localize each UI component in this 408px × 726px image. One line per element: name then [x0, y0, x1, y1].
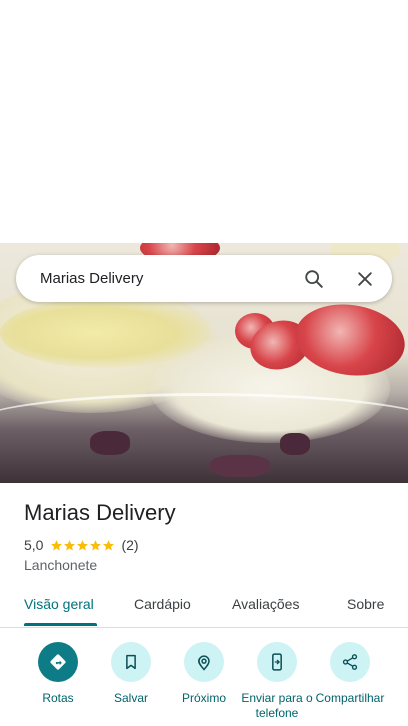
send-to-phone-label: Enviar para o telefone [241, 691, 313, 720]
nearby-button[interactable]: Próximo [164, 640, 244, 706]
send-to-phone-button[interactable]: Enviar para o telefone [237, 640, 317, 721]
search-query[interactable]: Marias Delivery [40, 255, 143, 302]
directions-button[interactable]: Rotas [18, 640, 98, 706]
rating-stars [50, 539, 115, 552]
star-icon [77, 539, 89, 551]
directions-icon [50, 654, 66, 670]
photo-detail [0, 393, 408, 456]
photo-detail [90, 431, 130, 455]
nearby-icon [198, 655, 210, 671]
share-button[interactable]: Compartilhar [310, 640, 390, 706]
save-button[interactable]: Salvar [91, 640, 171, 706]
divider [0, 627, 408, 628]
tab-bar: Visão geral Cardápio Avaliações Sobre [0, 588, 408, 628]
star-icon [64, 539, 76, 551]
map-area [0, 0, 408, 243]
rating-value: 5,0 [24, 537, 44, 553]
photo-detail [280, 433, 310, 455]
photo-detail [210, 455, 270, 477]
save-button-circle[interactable] [111, 642, 151, 682]
tab-menu[interactable]: Cardápio [134, 588, 191, 624]
close-icon [358, 272, 372, 286]
rating-row[interactable]: 5,0 (2) [24, 536, 139, 554]
save-label: Salvar [113, 691, 148, 705]
search-button[interactable] [296, 261, 332, 297]
tab-reviews[interactable]: Avaliações [232, 588, 299, 624]
star-icon [51, 539, 63, 551]
send-to-phone-icon [272, 653, 282, 671]
search-icon [305, 270, 323, 288]
photo-detail [0, 298, 210, 368]
place-category: Lanchonete [24, 557, 98, 573]
directions-label: Rotas [42, 691, 74, 705]
star-icon [90, 539, 102, 551]
review-count: (2) [121, 537, 139, 553]
nearby-label: Próximo [181, 691, 226, 705]
share-label: Compartilhar [315, 691, 385, 705]
action-bar: Rotas Salvar Próximo Enviar para o telef… [0, 640, 408, 726]
clear-search-button[interactable] [347, 261, 383, 297]
share-icon [342, 654, 358, 670]
star-icon [103, 539, 115, 551]
directions-button-circle[interactable] [38, 642, 78, 682]
active-tab-indicator [24, 623, 97, 626]
share-button-circle[interactable] [330, 642, 370, 682]
tab-about[interactable]: Sobre [347, 588, 384, 624]
send-to-phone-button-circle[interactable] [257, 642, 297, 682]
place-name: Marias Delivery [24, 500, 176, 525]
nearby-button-circle[interactable] [184, 642, 224, 682]
search-bar[interactable]: Marias Delivery [16, 255, 392, 302]
tab-overview[interactable]: Visão geral [24, 588, 94, 624]
bookmark-icon [126, 654, 136, 670]
